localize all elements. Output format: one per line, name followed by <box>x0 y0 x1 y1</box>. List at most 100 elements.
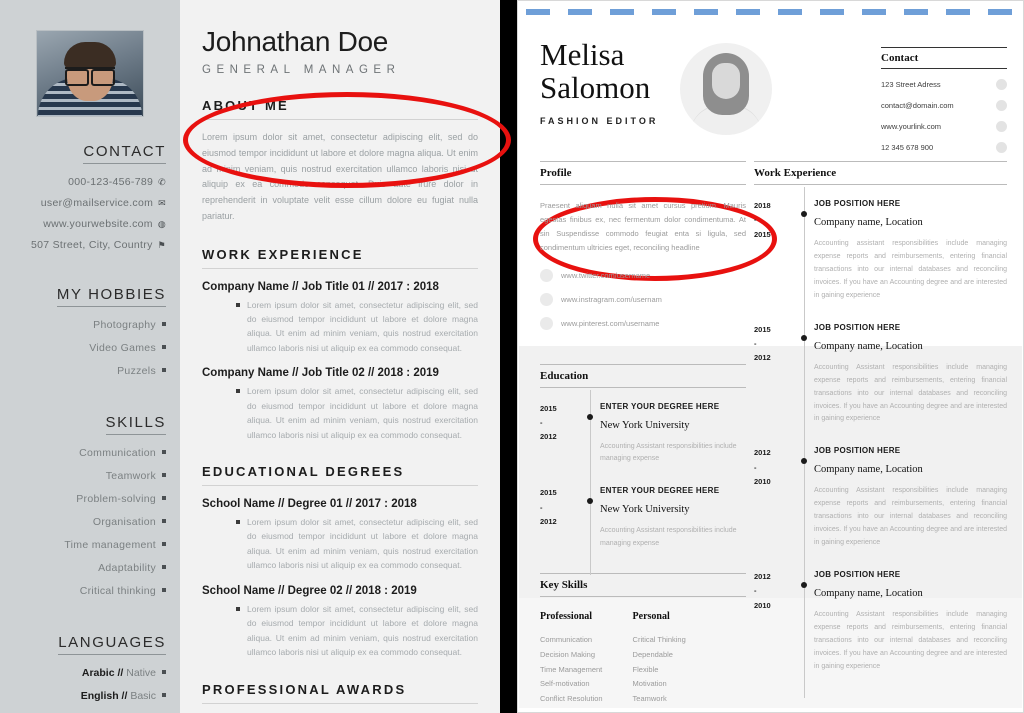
social-link[interactable]: www.pinterest.com/username <box>540 316 746 330</box>
right-header: Melisa Salomon FASHION EDITOR Contact 12… <box>530 21 1011 153</box>
languages-heading: LANGUAGES <box>58 634 166 655</box>
pinterest-icon <box>540 316 553 330</box>
timeline-axis <box>582 474 600 576</box>
bullet-square-icon <box>162 368 166 372</box>
timeline-entry: 2018 - 2015 JOB POSITION HERE Company name, … <box>754 187 1007 327</box>
timeline-axis <box>796 434 814 574</box>
date-from: 2015 <box>754 324 771 334</box>
personal-skills-title: Personal <box>632 611 670 623</box>
timeline-entry: 2012 - 2010 JOB POSITION HERE Company name, … <box>754 558 1007 698</box>
timeline-entry: 2012 - 2010 JOB POSITION HERE Company name, … <box>754 434 1007 574</box>
work-experience-heading: Work Experience <box>754 161 1007 185</box>
timeline-axis <box>796 558 814 698</box>
work-experience-heading: WORK EXPERIENCE <box>202 247 478 269</box>
timeline-node-icon <box>587 498 593 505</box>
date-separator: - <box>540 417 543 427</box>
profile-heading: Profile <box>540 161 746 185</box>
resume-left-document: CONTACT 000-123-456-789 ✆ user@mailservice… <box>0 0 500 713</box>
contact-text: contact@domain.com <box>881 101 954 110</box>
timeline-content: ENTER YOUR DEGREE HERE New York Universit… <box>600 402 746 467</box>
candidate-name: Johnathan Doe <box>202 26 389 57</box>
key-skill-item: Critical Thinking <box>632 635 686 645</box>
education-timeline: 2015 - 2012 ENTER YOUR DEGREE HERE New York … <box>540 389 746 576</box>
candidate-last-name: Salomon <box>540 69 651 105</box>
bullet-square-icon <box>236 302 240 307</box>
date-from: 2015 <box>540 403 557 413</box>
job-position: JOB POSITION HERE <box>814 570 901 580</box>
contact-text: 000-123-456-789 <box>68 176 154 188</box>
professional-skills-list: Communication Decision Making Time Managem… <box>540 633 603 706</box>
hobbies-list: Photography Video Games Puzzels <box>89 319 166 388</box>
mail-icon: ✉ <box>158 198 166 208</box>
skill-item: Problem-solving <box>64 493 166 505</box>
timeline-description: Accounting Assistant responsibilities in… <box>814 487 1007 547</box>
timeline-node-icon <box>801 211 807 217</box>
date-to: 2010 <box>754 600 771 610</box>
timeline-description: Accounting Assistant responsibilities in… <box>814 611 1007 670</box>
contact-heading: Contact <box>881 47 1007 69</box>
date-to: 2010 <box>754 476 771 486</box>
degree-title: ENTER YOUR DEGREE HERE <box>600 486 720 496</box>
timeline-content: JOB POSITION HERE Company name, Location A… <box>814 446 1007 550</box>
education-list: School Name // Degree 01 // 2017 : 2018 L… <box>202 498 478 660</box>
skills-list: Communication Teamwork Problem-solving Orga… <box>64 447 166 608</box>
bullet-square-icon <box>162 542 166 546</box>
contact-item[interactable]: 12 345 678 900 <box>881 142 1007 153</box>
location-icon: ⚑ <box>157 240 166 250</box>
key-skill-item: Motivation <box>632 679 667 689</box>
key-skill-item: Conflict Resolution <box>540 693 603 703</box>
contact-text: 507 Street, City, Country <box>30 239 153 251</box>
company-name: Company name, Location <box>814 588 923 600</box>
entry-bullet-text: Lorem ipsum dolor sit amet, consectetur … <box>247 603 478 658</box>
skill-item: Teamwork <box>64 470 166 482</box>
skill-item: Communication <box>64 447 166 459</box>
instagram-icon <box>540 292 553 306</box>
timeline-entry: 2015 - 2012 ENTER YOUR DEGREE HERE New York … <box>540 474 746 576</box>
contact-text: www.yourlink.com <box>881 122 942 131</box>
contact-item[interactable]: 123 Street Adress <box>881 79 1007 90</box>
entry-bullet-text: Lorem ipsum dolor sit amet, consectetur … <box>247 517 478 571</box>
bullet-square-icon <box>236 606 240 611</box>
timeline-dates: 2015 - 2012 <box>540 402 582 467</box>
date-to: 2012 <box>540 432 557 441</box>
timeline-description: Accounting Assistant responsibilities in… <box>600 527 737 548</box>
degree-title: ENTER YOUR DEGREE HERE <box>600 401 720 411</box>
hobby-item: Photography <box>89 319 166 331</box>
contact-item[interactable]: user@mailservice.com ✉ <box>31 197 166 209</box>
languages-list: Arabic // Native English // Basic <box>81 667 166 713</box>
entry-title: School Name // Degree 01 // 2017 : 2018 <box>202 498 417 510</box>
contact-item[interactable]: www.yourwebsite.com ◍ <box>31 218 166 230</box>
contact-item[interactable]: 000-123-456-789 ✆ <box>31 176 166 188</box>
bullet-square-icon <box>162 450 166 454</box>
entry-bullet: Lorem ipsum dolor sit amet, consectetur … <box>202 384 478 442</box>
contact-text: 123 Street Adress <box>881 80 941 89</box>
entry-title: Company Name // Job Title 02 // 2018 : 2… <box>202 367 439 380</box>
key-skill-item: Dependable <box>632 649 673 659</box>
timeline-content: JOB POSITION HERE Company name, Location A… <box>814 323 1007 427</box>
contact-list: 000-123-456-789 ✆ user@mailservice.com ✉ www… <box>31 176 166 260</box>
contact-item[interactable]: contact@domain.com <box>881 100 1007 111</box>
personal-skills-list: Critical Thinking Dependable Flexible Motiv… <box>633 633 686 706</box>
social-link[interactable]: www.instragram.com/usernam <box>540 292 746 306</box>
timeline-content: ENTER YOUR DEGREE HERE New York Universit… <box>600 486 746 551</box>
date-to: 2015 <box>754 229 771 239</box>
timeline-node-icon <box>587 413 593 420</box>
candidate-first-name: Melisa <box>540 37 625 72</box>
candidate-role: GENERAL MANAGER <box>202 64 401 76</box>
social-link[interactable]: www.twitter.com/username <box>540 268 746 282</box>
contact-item[interactable]: 507 Street, City, Country ⚑ <box>31 239 166 251</box>
date-separator: - <box>754 338 757 348</box>
key-skill-item: Teamwork <box>632 693 667 703</box>
date-to: 2012 <box>540 516 557 526</box>
timeline-node-icon <box>801 582 807 589</box>
key-skill-item: Time Management <box>540 664 603 674</box>
timeline-node-icon <box>801 334 807 341</box>
work-experience-timeline: 2018 - 2015 JOB POSITION HERE Company name, … <box>754 187 1007 698</box>
hobby-item: Puzzels <box>89 365 166 377</box>
contact-item[interactable]: www.yourlink.com <box>881 121 1007 132</box>
key-skill-item: Flexible <box>632 664 659 674</box>
timeline-node-icon <box>801 458 807 465</box>
hobbies-heading: MY HOBBIES <box>56 286 166 307</box>
bullet-square-icon <box>236 389 240 394</box>
bullet-square-icon <box>162 496 166 500</box>
